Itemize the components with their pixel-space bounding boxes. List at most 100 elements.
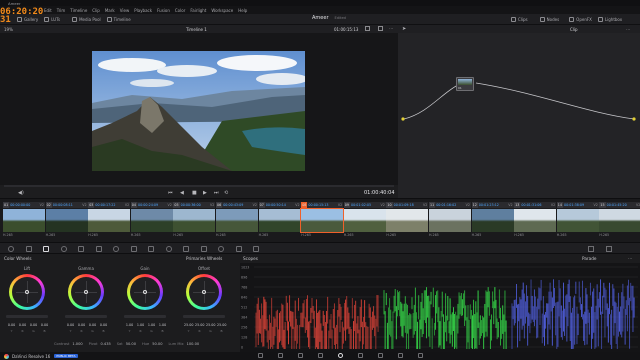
wheel-value[interactable]: 1.00 (147, 323, 156, 327)
sizing-icon[interactable] (235, 246, 242, 252)
clip-thumbnail[interactable]: 04 00:00:24:09 V2 H.265 (130, 202, 173, 240)
hue-value[interactable]: 50.00 (152, 342, 162, 346)
timeline-button[interactable]: Timeline (104, 15, 134, 24)
master-wheel-slider[interactable] (124, 315, 166, 318)
pivot-value[interactable]: 0.435 (100, 342, 110, 346)
wheel-handle[interactable] (84, 290, 88, 294)
magic-mask-icon[interactable] (183, 246, 189, 252)
color-wheels-icon[interactable] (43, 246, 49, 252)
qualifier-icon[interactable] (130, 246, 137, 252)
curves-icon[interactable] (95, 246, 102, 252)
go-to-end-icon[interactable]: ⏭ (214, 190, 219, 196)
wheel-value[interactable]: 0.00 (7, 323, 16, 327)
color-wheel[interactable] (127, 274, 163, 310)
wheel-value[interactable]: 0.00 (77, 323, 86, 327)
fusion-page-icon[interactable] (318, 353, 323, 358)
color-match-icon[interactable] (25, 246, 32, 252)
wheel-value[interactable]: 25.00 (184, 323, 193, 327)
corrector-node[interactable]: 01 (456, 77, 474, 91)
wheel-value[interactable]: 25.00 (206, 323, 215, 327)
edit-page-icon[interactable] (298, 353, 303, 358)
clip-thumbnail[interactable]: 15 00:01:45:20 V2 H.265 (599, 202, 640, 240)
media-page-icon[interactable] (258, 353, 263, 358)
cut-page-icon[interactable] (278, 353, 283, 358)
3d-icon[interactable] (253, 246, 259, 252)
blur-icon[interactable] (200, 246, 207, 252)
wheel-value[interactable]: 0.00 (40, 323, 49, 327)
key-icon[interactable] (218, 246, 224, 252)
wheel-value[interactable]: 25.00 (217, 323, 226, 327)
deliver-page-icon[interactable] (378, 353, 383, 358)
node-options-icon[interactable]: ⋯ (626, 27, 630, 32)
stop-icon[interactable]: ■ (192, 190, 197, 196)
clip-thumbnail[interactable]: 10 00:01:09:18 V2 H.265 (386, 202, 429, 240)
wheel-value[interactable]: 1.00 (136, 323, 145, 327)
wheel-value[interactable]: 1.00 (158, 323, 167, 327)
clip-thumbnail[interactable]: 11 00:01:16:02 V2 H.265 (429, 202, 471, 240)
timeline-selector[interactable]: Timeline 1 (186, 27, 207, 32)
wheel-value[interactable]: 25.00 (195, 323, 204, 327)
viewer-layout-icon[interactable] (378, 26, 383, 31)
wheel-value[interactable]: 0.00 (99, 323, 108, 327)
wheel-handle[interactable] (25, 290, 29, 294)
audio-icon[interactable]: ◀) (18, 190, 24, 196)
color-wheel[interactable] (68, 274, 104, 310)
scope-options-icon[interactable]: ⋯ (628, 256, 632, 261)
pointer-tool-icon[interactable]: ➤ (402, 26, 406, 32)
wheel-value[interactable]: 0.00 (88, 323, 97, 327)
menu-fairlight[interactable]: Fairlight (190, 8, 206, 13)
fairlight-page-icon[interactable] (358, 353, 363, 358)
menu-mark[interactable]: Mark (105, 8, 115, 13)
tracker-icon[interactable] (165, 246, 172, 252)
home-icon[interactable] (398, 353, 403, 358)
color-wheel[interactable] (186, 274, 222, 310)
viewer-more-icon[interactable]: ⋯ (389, 26, 393, 31)
node-editor[interactable]: 01 (398, 33, 640, 198)
info-icon[interactable] (606, 246, 612, 252)
clips-button[interactable]: Clips (508, 15, 531, 24)
clip-thumbnail[interactable]: 07 00:00:50:14 V2 H.265 (258, 202, 301, 240)
motion-effects-icon[interactable] (78, 246, 84, 252)
menu-playback[interactable]: Playback (134, 8, 152, 13)
viewer-options-icon[interactable] (365, 26, 370, 31)
wheel-handle[interactable] (143, 290, 147, 294)
clip-thumbnail[interactable]: 12 00:01:23:12 V2 H.265 (471, 202, 514, 240)
window-icon[interactable] (148, 246, 154, 252)
menu-fusion[interactable]: Fusion (157, 8, 170, 13)
lightbox-button[interactable]: Lightbox (595, 15, 625, 24)
wheel-value[interactable]: 1.00 (125, 323, 134, 327)
clip-thumbnail[interactable]: 01 00:00:00:00 V2 H.265 (3, 202, 45, 240)
clip-thumbnail[interactable]: 14 00:01:38:09 V2 H.265 (556, 202, 599, 240)
clip-thumbnail[interactable]: 08 00:00:15:13 V2 H.265 (300, 202, 345, 240)
wheel-value[interactable]: 0.00 (29, 323, 38, 327)
scopes-toggle-icon[interactable] (588, 246, 594, 252)
color-wheel[interactable] (9, 274, 45, 310)
menu-timeline[interactable]: Timeline (70, 8, 87, 13)
lummix-value[interactable]: 100.00 (187, 342, 200, 346)
sat-value[interactable]: 50.00 (126, 342, 136, 346)
rgb-mixer-icon[interactable] (60, 246, 67, 252)
openfx-button[interactable]: OpenFX (566, 15, 595, 24)
color-warper-icon[interactable] (113, 246, 119, 252)
scope-mode-selector[interactable]: Parade (582, 256, 596, 261)
play-icon[interactable]: ▶ (203, 190, 207, 196)
camera-raw-icon[interactable] (8, 246, 14, 252)
color-page-icon[interactable] (338, 353, 343, 358)
wheel-mode-selector[interactable]: Primaries Wheels (186, 256, 222, 261)
menu-view[interactable]: View (120, 8, 130, 13)
contrast-value[interactable]: 1.000 (72, 342, 82, 346)
clip-thumbnail[interactable]: 06 00:00:43:09 V2 H.265 (216, 202, 258, 240)
wheel-value[interactable]: 0.00 (66, 323, 75, 327)
wheel-handle[interactable] (202, 290, 206, 294)
master-wheel-slider[interactable] (65, 315, 107, 318)
node-mode-selector[interactable]: Clip (570, 27, 578, 32)
menu-help[interactable]: Help (238, 8, 247, 13)
go-to-start-icon[interactable]: ⏮ (168, 190, 173, 196)
clip-thumbnail[interactable]: 13 00:01:31:06 V2 H.265 (514, 202, 557, 240)
settings-icon[interactable] (418, 353, 423, 358)
play-reverse-icon[interactable]: ◀ (180, 190, 184, 196)
clip-thumbnail[interactable]: 03 00:00:17:22 V2 H.265 (88, 202, 131, 240)
menu-edit[interactable]: Edit (44, 8, 52, 13)
clip-thumbnail[interactable]: 09 00:01:02:05 V2 H.265 (343, 202, 386, 240)
clip-thumbnail[interactable]: 02 00:00:08:11 V2 H.265 (45, 202, 88, 240)
